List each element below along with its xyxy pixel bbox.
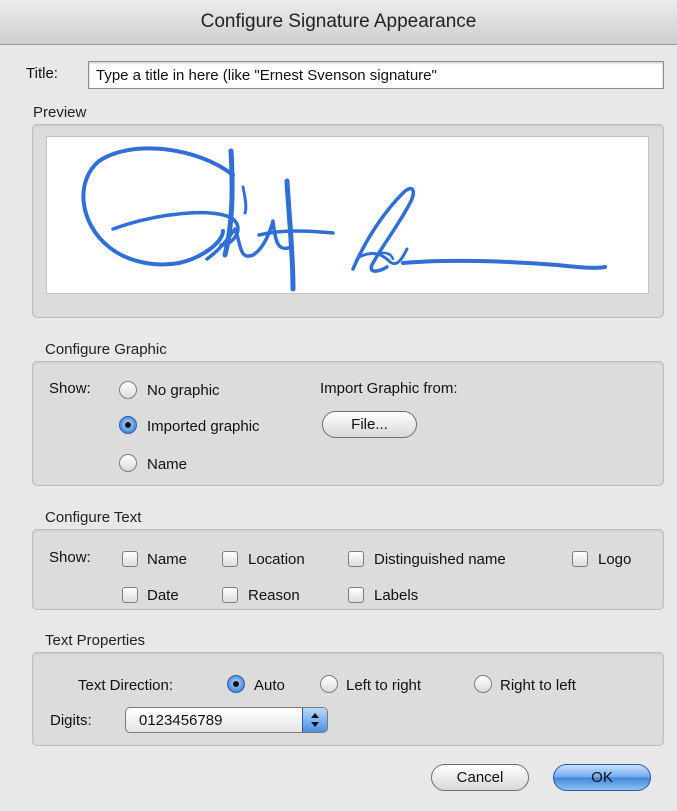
graphic-show-label: Show: bbox=[49, 380, 91, 397]
text-direction-label: Text Direction: bbox=[78, 677, 174, 694]
signature-preview bbox=[46, 136, 649, 294]
text-properties-title: Text Properties bbox=[45, 632, 146, 649]
radio-direction-auto[interactable] bbox=[227, 675, 245, 693]
direction-auto-label: Auto bbox=[254, 677, 285, 694]
configure-text-title: Configure Text bbox=[45, 509, 142, 526]
checkbox-logo[interactable] bbox=[572, 551, 588, 567]
checkbox-distinguished-name-label: Distinguished name bbox=[374, 551, 506, 568]
configure-graphic-title: Configure Graphic bbox=[45, 341, 167, 358]
file-button-label: File... bbox=[351, 416, 388, 433]
name-graphic-label: Name bbox=[147, 456, 188, 473]
checkbox-logo-label: Logo bbox=[598, 551, 632, 568]
radio-direction-rtl[interactable] bbox=[474, 675, 492, 693]
checkbox-name-label: Name bbox=[147, 551, 188, 568]
text-show-label: Show: bbox=[49, 549, 91, 566]
checkbox-date-label: Date bbox=[147, 587, 179, 604]
signature-graphic bbox=[81, 146, 607, 292]
preview-section-title: Preview bbox=[33, 104, 87, 121]
import-graphic-label: Import Graphic from: bbox=[320, 380, 458, 397]
digits-select[interactable]: 0123456789 bbox=[125, 707, 328, 733]
checkbox-labels-label: Labels bbox=[374, 587, 419, 604]
checkbox-location[interactable] bbox=[222, 551, 238, 567]
cancel-button-label: Cancel bbox=[456, 769, 504, 786]
radio-imported-graphic[interactable] bbox=[119, 416, 137, 434]
radio-no-graphic[interactable] bbox=[119, 381, 137, 399]
checkbox-location-label: Location bbox=[248, 551, 305, 568]
radio-direction-ltr[interactable] bbox=[320, 675, 338, 693]
checkbox-name[interactable] bbox=[122, 551, 138, 567]
radio-name-graphic[interactable] bbox=[119, 454, 137, 472]
up-down-arrows-icon bbox=[302, 708, 327, 732]
title-input[interactable] bbox=[88, 61, 664, 89]
checkbox-reason-label: Reason bbox=[248, 587, 300, 604]
title-label: Title: bbox=[26, 65, 58, 82]
direction-rtl-label: Right to left bbox=[500, 677, 576, 694]
imported-graphic-label: Imported graphic bbox=[147, 418, 260, 435]
checkbox-date[interactable] bbox=[122, 587, 138, 603]
digits-label: Digits: bbox=[50, 712, 92, 729]
checkbox-reason[interactable] bbox=[222, 587, 238, 603]
digits-select-value: 0123456789 bbox=[139, 712, 223, 729]
ok-button-label: OK bbox=[591, 769, 613, 786]
cancel-button[interactable]: Cancel bbox=[431, 764, 529, 791]
checkbox-labels[interactable] bbox=[348, 587, 364, 603]
direction-ltr-label: Left to right bbox=[346, 677, 422, 694]
ok-button[interactable]: OK bbox=[553, 764, 651, 791]
file-button[interactable]: File... bbox=[322, 411, 417, 438]
dialog-title: Configure Signature Appearance bbox=[200, 11, 477, 32]
no-graphic-label: No graphic bbox=[147, 382, 220, 399]
dialog-titlebar: Configure Signature Appearance bbox=[0, 0, 677, 45]
checkbox-distinguished-name[interactable] bbox=[348, 551, 364, 567]
